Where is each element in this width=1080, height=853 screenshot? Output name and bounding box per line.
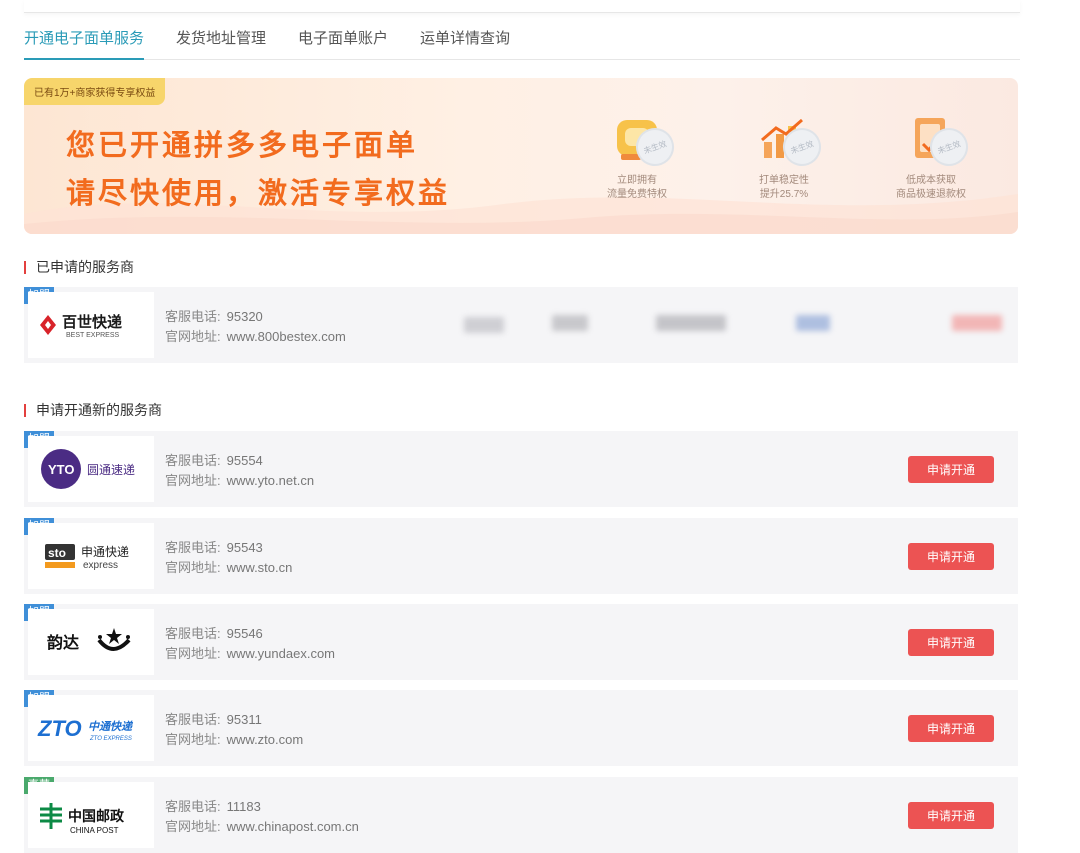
phone-value: 95546 [226,626,263,641]
logo-text: 申通快递 [81,545,129,559]
phone-value: 95320 [226,309,263,324]
apply-button-yto[interactable]: 申请开通 [908,456,994,483]
site-value[interactable]: www.chinapost.com.cn [227,819,359,834]
tab-open-waybill-service[interactable]: 开通电子面单服务 [24,28,145,60]
benefit-text-line2: 流量免费特权 [607,189,667,200]
best-express-logo: 百世快递 BEST EXPRESS [28,292,154,358]
provider-info: 客服电话: 95554 官网地址: www.yto.net.cn [165,451,314,491]
tab-bar: 开通电子面单服务 发货地址管理 电子面单账户 运单详情查询 [24,28,1020,60]
site-value[interactable]: www.zto.com [227,732,304,747]
phone-label: 客服电话: [165,453,221,468]
phone-value: 11183 [226,799,261,814]
refund-ticket-icon: 未生效 [898,114,974,172]
traffic-privilege-icon: 未生效 [604,114,680,172]
site-label: 官网地址: [165,819,221,834]
logo-text: 中通快递 [88,720,134,733]
site-label: 官网地址: [165,646,221,661]
provider-card-sto: 加盟 sto 申通快递 express 客服电话:95543 官网地址:www.… [24,518,1018,594]
new-providers-title: 申请开通新的服务商 [24,403,162,417]
china-post-logo: 中国邮政 CHINA POST [28,782,154,848]
promo-banner[interactable]: 已有1万+商家获得专享权益 您已开通拼多多电子面单 请尽快使用，激活专享权益 未… [24,78,1018,234]
phone-label: 客服电话: [165,540,221,555]
benefit-traffic: 未生效 立即拥有 流量免费特权 [572,114,702,202]
tab-shipping-address[interactable]: 发货地址管理 [176,28,266,58]
phone-value: 95554 [226,453,263,468]
provider-info: 客服电话: 95543 官网地址: www.sto.cn [165,538,292,578]
apply-button-zto[interactable]: 申请开通 [908,715,994,742]
provider-info: 客服电话: 95311 官网地址: www.zto.com [165,710,303,750]
provider-card-best: 加盟 百世快递 BEST EXPRESS 客服电话:95320 官网地址:www… [24,287,1018,363]
phone-label: 客服电话: [165,712,221,727]
tab-waybill-account[interactable]: 电子面单账户 [298,28,388,58]
logo-subtext: BEST EXPRESS [66,332,120,339]
phone-value: 95543 [226,540,263,555]
site-label: 官网地址: [165,732,221,747]
provider-info: 客服电话: 95546 官网地址: www.yundaex.com [165,624,335,664]
logo-subtext: ZTO EXPRESS [89,736,132,742]
applied-providers-title: 已申请的服务商 [24,260,134,274]
benefit-text-line1: 立即拥有 [617,175,657,186]
top-panel-edge [24,0,1020,13]
logo-text: 百世快递 [62,313,122,331]
benefit-text-line2: 商品极速退款权 [896,189,966,200]
phone-label: 客服电话: [165,799,221,814]
merchant-count-badge: 已有1万+商家获得专享权益 [24,78,166,105]
provider-card-zto: 加盟 ZTO 中通快递 ZTO EXPRESS 客服电话:95311 官网地址:… [24,690,1018,766]
banner-subheadline: 请尽快使用，激活专享权益 [66,176,451,210]
svg-text:YTO: YTO [48,462,75,477]
logo-subtext: express [83,560,118,571]
phone-value: 95311 [226,712,262,727]
benefit-refund: 未生效 低成本获取 商品极速退款权 [866,114,996,202]
logo-text: 韵达 [47,633,79,652]
apply-button-sto[interactable]: 申请开通 [908,543,994,570]
banner-headline: 您已开通拼多多电子面单 [66,128,419,162]
logo-text: 中国邮政 [68,808,125,825]
provider-card-china-post: 直营 中国邮政 CHINA POST 客服电话:11183 官网地址:www.c… [24,777,1018,853]
stability-chart-icon: 未生效 [751,114,827,172]
redacted-account-info [424,309,1004,341]
tab-waybill-query[interactable]: 运单详情查询 [420,28,510,58]
yunda-logo: 韵达 [28,609,154,675]
provider-info: 客服电话: 95320 官网地址: www.800bestex.com [165,307,346,347]
site-label: 官网地址: [165,329,221,344]
provider-card-yunda: 加盟 韵达 客服电话:95546 官网地址:www.yundaex.com 申请… [24,604,1018,680]
provider-card-yto: 加盟 YTO 圆通速递 客服电话:95554 官网地址:www.yto.net.… [24,431,1018,507]
site-value[interactable]: www.yto.net.cn [227,473,314,488]
yto-logo: YTO 圆通速递 [28,436,154,502]
apply-button-yunda[interactable]: 申请开通 [908,629,994,656]
apply-button-china-post[interactable]: 申请开通 [908,802,994,829]
svg-text:ZTO: ZTO [37,716,82,741]
site-value[interactable]: www.800bestex.com [227,329,346,344]
svg-text:sto: sto [48,546,66,560]
benefit-stability: 未生效 打单稳定性 提升25.7% [719,114,849,202]
benefit-text-line1: 低成本获取 [906,175,956,186]
benefit-text-line1: 打单稳定性 [759,175,809,186]
logo-subtext: CHINA POST [70,826,119,835]
sto-logo: sto 申通快递 express [28,523,154,589]
site-label: 官网地址: [165,560,221,575]
logo-text: 圆通速递 [87,463,135,477]
phone-label: 客服电话: [165,626,221,641]
provider-info: 客服电话: 11183 官网地址: www.chinapost.com.cn [165,797,359,837]
benefit-text-line2: 提升25.7% [759,189,809,200]
site-label: 官网地址: [165,473,221,488]
zto-logo: ZTO 中通快递 ZTO EXPRESS [28,695,154,761]
site-value[interactable]: www.yundaex.com [227,646,335,661]
site-value[interactable]: www.sto.cn [227,560,293,575]
phone-label: 客服电话: [165,309,221,324]
